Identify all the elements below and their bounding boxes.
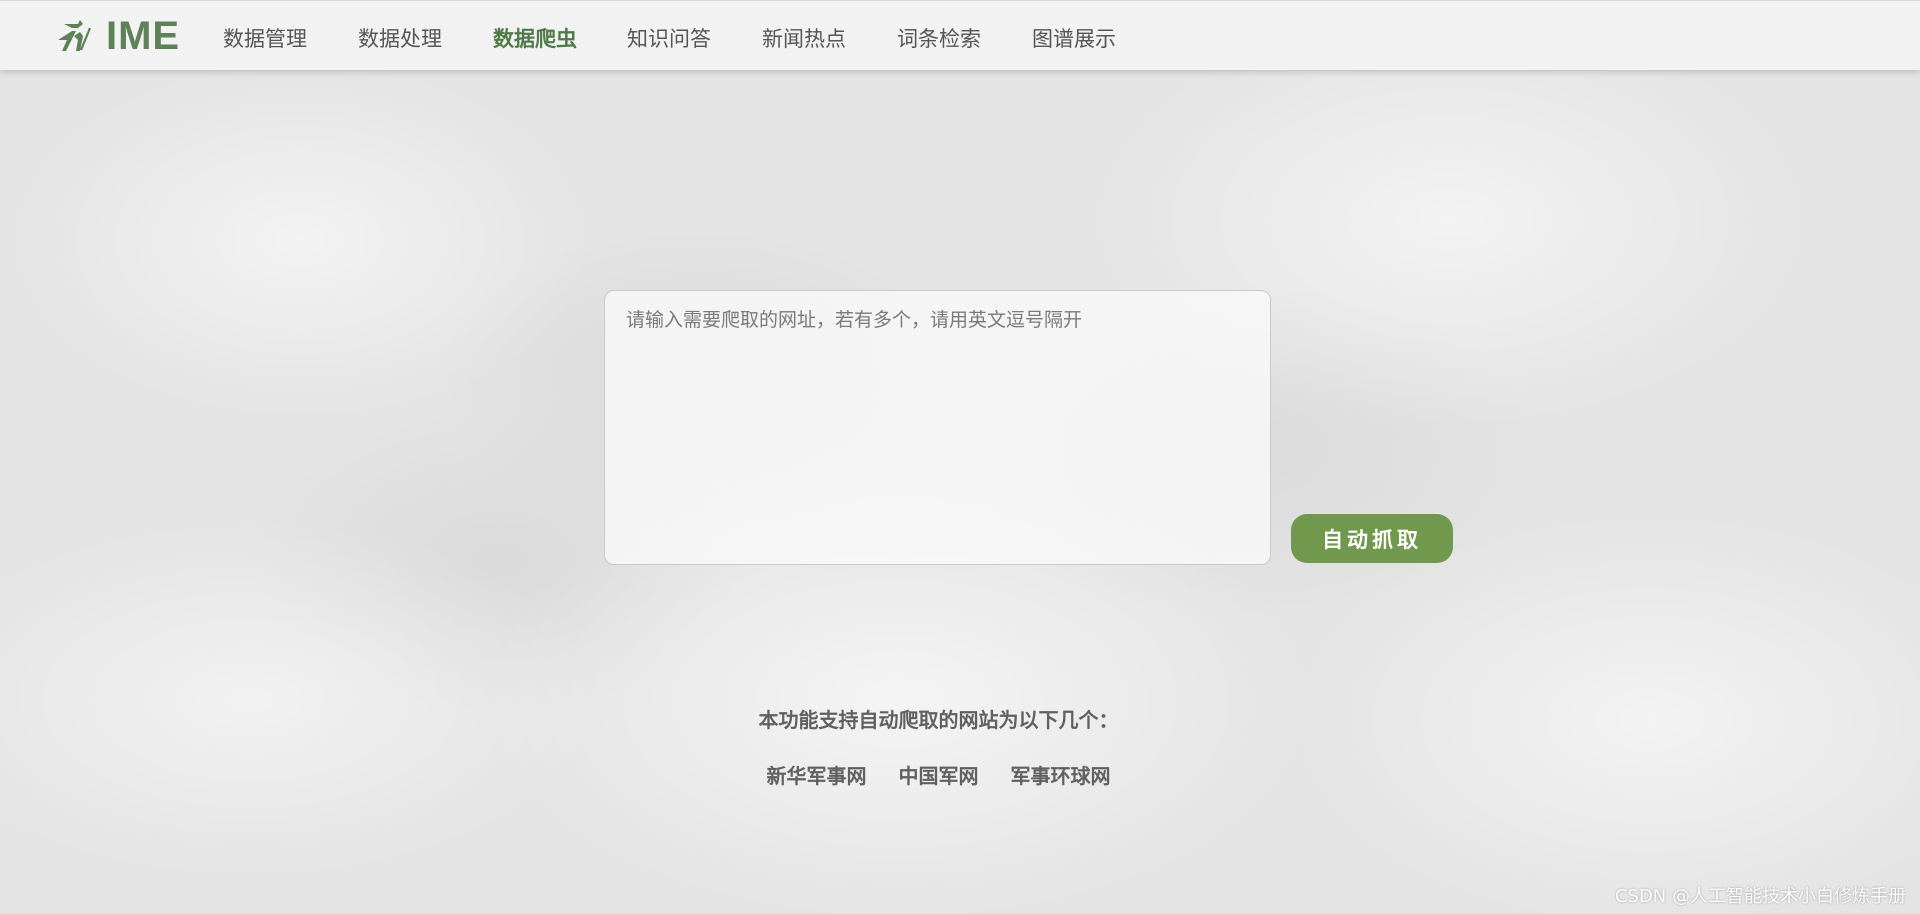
supported-sites-list: 新华军事网 中国军网 军事环球网 — [0, 760, 1877, 789]
nav-item-graph-display[interactable]: 图谱展示 — [1032, 23, 1116, 53]
csdn-watermark: CSDN @人工智能技术小白修炼手册 — [1614, 886, 1906, 907]
nav-item-entry-search[interactable]: 词条检索 — [897, 23, 981, 53]
nav-item-data-processing[interactable]: 数据处理 — [358, 23, 442, 53]
site-link-china-military[interactable]: 中国军网 — [899, 760, 979, 789]
url-input[interactable] — [604, 290, 1271, 565]
site-link-xinhua-military[interactable]: 新华军事网 — [767, 760, 867, 789]
supported-sites-title: 本功能支持自动爬取的网站为以下几个： — [758, 708, 1119, 732]
top-navbar: IME 数据管理 数据处理 数据爬虫 知识问答 新闻热点 词条检索 图谱展示 — [0, 0, 1920, 70]
runner-logo-icon — [58, 20, 92, 51]
brand-name: IME — [106, 13, 181, 58]
nav-item-data-crawler[interactable]: 数据爬虫 — [493, 23, 577, 53]
site-link-global-military[interactable]: 军事环球网 — [1011, 760, 1111, 789]
nav-item-data-management[interactable]: 数据管理 — [223, 23, 307, 53]
nav-item-knowledge-qa[interactable]: 知识问答 — [627, 23, 711, 53]
nav-item-news-hotspots[interactable]: 新闻热点 — [762, 23, 846, 53]
brand-logo[interactable]: IME — [56, 13, 180, 59]
auto-crawl-button[interactable]: 自动抓取 — [1291, 514, 1453, 563]
